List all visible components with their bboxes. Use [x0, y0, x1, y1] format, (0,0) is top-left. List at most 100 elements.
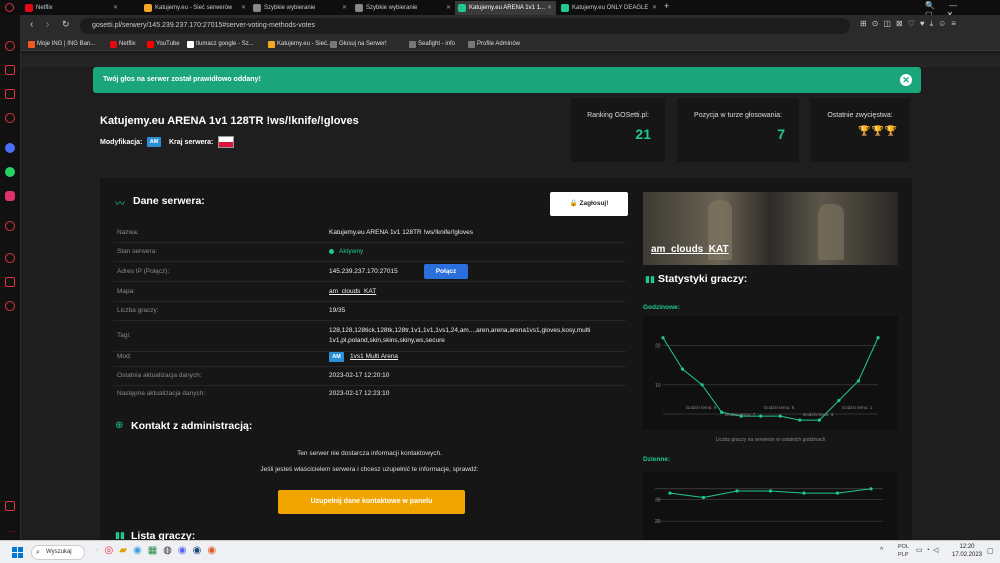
tab-favicon-icon — [253, 4, 261, 12]
daily-point — [735, 489, 739, 493]
detail-label: Mod: — [117, 353, 132, 360]
sidebar-gallery-icon[interactable] — [5, 501, 15, 511]
tab-close-icon[interactable]: ✕ — [446, 1, 451, 15]
hourly-point — [700, 383, 704, 387]
tab-favicon-icon — [144, 4, 152, 12]
daily-point — [701, 495, 706, 500]
bookmark-item[interactable]: Głosuj na Serwer! — [330, 37, 387, 51]
bookmark-favicon-icon — [28, 41, 35, 48]
browser-tab[interactable]: Szybkie wybieranie ✕ — [352, 1, 455, 15]
sidebar-whatsapp-icon[interactable] — [5, 167, 15, 177]
hourly-label: Godzinowe: — [643, 304, 680, 311]
bookmark-item[interactable]: Profile Adminów — [468, 37, 520, 51]
tab-close-icon[interactable]: ✕ — [547, 1, 552, 15]
toolbar-icons[interactable]: ⊞⊙◫⊠♡♥⤓☺≡ — [860, 19, 961, 29]
address-bar: ‹ › ↻ gosetti.pl/serwery/145.239.237.170… — [0, 15, 1000, 37]
tab-title: Katujemy.eu ARENA 1v1 1... — [469, 5, 545, 11]
contact-line-2: Jeśli jesteś właścicielem serwera i chce… — [260, 466, 479, 473]
vote-button[interactable]: 🔒 Zagłosuj! — [550, 192, 628, 216]
detail-label: Adres IP (Połącz): — [117, 268, 170, 275]
bookmark-item[interactable]: Katujemy.eu - Sieć... — [268, 37, 332, 51]
sidebar-play-icon[interactable] — [5, 221, 15, 231]
vote-success-alert: Twój głos na serwer został prawidłowo od… — [93, 67, 921, 93]
sidebar-settings-icon[interactable] — [5, 301, 15, 311]
tray-icons[interactable]: ^ — [880, 547, 886, 554]
fill-contact-button[interactable]: Uzupełnij dane kontaktowe w panelu — [278, 490, 465, 514]
detail-divider — [113, 320, 626, 321]
sidebar-twitch-icon[interactable] — [5, 89, 15, 99]
tray-lang-1[interactable]: POL — [898, 544, 909, 550]
hourly-point — [778, 414, 782, 418]
contact-line-1: Ten serwer nie dostarcza informacji kont… — [297, 450, 442, 457]
detail-value: 145.239.237.170:27015 — [329, 268, 398, 275]
detail-value[interactable]: am_clouds_KAT — [329, 288, 376, 295]
tab-close-icon[interactable]: ✕ — [652, 1, 657, 15]
tab-close-icon[interactable]: ✕ — [241, 1, 246, 15]
sidebar-home-icon[interactable] — [5, 41, 15, 51]
tab-favicon-icon — [25, 4, 33, 12]
bookmark-item[interactable]: Seafight - info — [409, 37, 455, 51]
wins-label: Ostatnie zwycięstwa: — [827, 112, 893, 119]
notification-icon[interactable]: ▢ — [987, 547, 994, 555]
vote-position-stat: Pozycja w turze głosowania: 7 — [677, 98, 799, 162]
sidebar-discord-icon[interactable] — [5, 113, 15, 123]
tab-title: Katujemy.eu - Sieć serwerów — [155, 5, 233, 11]
detail-label: Nazwa: — [117, 229, 139, 236]
forward-icon[interactable]: › — [46, 19, 49, 30]
sidebar-more-icon[interactable]: … — [8, 525, 16, 534]
detail-label: Ostatnia aktualizacja danych: — [117, 372, 202, 379]
sidebar-clock-icon[interactable] — [5, 253, 15, 263]
connect-button[interactable]: Połącz — [424, 264, 468, 279]
detail-value: 2023-02-17 12:23:10 — [329, 390, 390, 397]
daily-point — [835, 491, 840, 495]
tab-close-icon[interactable]: ✕ — [113, 1, 118, 15]
browser-tab[interactable]: Netflix ✕ — [22, 1, 122, 15]
detail-divider — [113, 281, 626, 282]
sidebar-bag-icon[interactable] — [5, 65, 15, 75]
tab-close-icon[interactable]: ✕ — [342, 1, 347, 15]
map-name: am_clouds_KAT — [651, 244, 729, 255]
daily-point — [869, 487, 873, 491]
bookmark-favicon-icon — [330, 41, 337, 48]
trophy-icons: 🏆🏆🏆 — [858, 126, 899, 137]
windows-start-icon[interactable] — [12, 547, 23, 558]
taskbar-search[interactable]: ⌕ Wyszukaj — [31, 545, 85, 560]
taskbar-search-text: Wyszukaj — [46, 549, 72, 555]
sidebar-messenger-icon[interactable] — [5, 143, 15, 153]
hourly-y-tick: 20 — [655, 344, 661, 350]
bookmark-favicon-icon — [187, 41, 194, 48]
taskbar-apps[interactable]: ▪◎▰◉▦◍◉◉◉ — [95, 545, 222, 556]
bookmark-item[interactable]: tlumacz google - Sz... — [187, 37, 254, 51]
tray-lang-2[interactable]: PLP — [898, 552, 908, 558]
hourly-point — [817, 418, 821, 422]
browser-tab[interactable]: Katujemy.eu ONLY DEAGLE ✕ — [558, 1, 661, 15]
browser-tab[interactable]: Katujemy.eu - Sieć serwerów ✕ — [141, 1, 250, 15]
detail-value[interactable]: 1vs1 Multi Arena — [350, 353, 398, 360]
bookmark-item[interactable]: YouTube — [147, 37, 180, 51]
back-icon[interactable]: ‹ — [30, 19, 33, 30]
bookmark-item[interactable]: Moje ING | ING Ban... — [28, 37, 95, 51]
url-input[interactable]: gosetti.pl/serwery/145.239.237.170:27015… — [80, 18, 850, 34]
tray-status-icons[interactable]: ▭◔◁ — [916, 546, 941, 554]
contact-title: Kontakt z administracją: — [131, 420, 253, 432]
hourly-point — [876, 336, 880, 340]
browser-tab[interactable]: Szybkie wybieranie ✕ — [250, 1, 351, 15]
mod-label: Modyfikacja: — [100, 139, 143, 146]
alert-close-icon[interactable]: ✕ — [900, 74, 912, 86]
reload-icon[interactable]: ↻ — [62, 19, 70, 30]
wins-stat: Ostatnie zwycięstwa: 🏆🏆🏆 — [810, 98, 910, 162]
new-tab-button[interactable]: + — [664, 1, 669, 11]
daily-label: Dzienne: — [643, 456, 671, 463]
hourly-x-tick: Godzin temu: 1 — [842, 405, 873, 410]
browser-logo-icon[interactable] — [5, 3, 14, 12]
tray-time[interactable]: 12:20 — [955, 544, 979, 550]
map-image-soldier-right — [818, 204, 844, 260]
bookmark-item[interactable]: Netflix — [110, 37, 136, 51]
tray-date[interactable]: 17.02.2023 — [944, 552, 990, 558]
sidebar-cube-icon[interactable] — [5, 277, 15, 287]
sidebar-instagram-icon[interactable] — [5, 191, 15, 201]
detail-value: Aktywny — [339, 248, 364, 255]
tab-title: Szybkie wybieranie — [366, 5, 418, 11]
detail-value: Katujemy.eu ARENA 1v1 128TR !ws/!knife/!… — [329, 229, 474, 236]
browser-tab[interactable]: Katujemy.eu ARENA 1v1 1... ✕ — [455, 1, 556, 15]
